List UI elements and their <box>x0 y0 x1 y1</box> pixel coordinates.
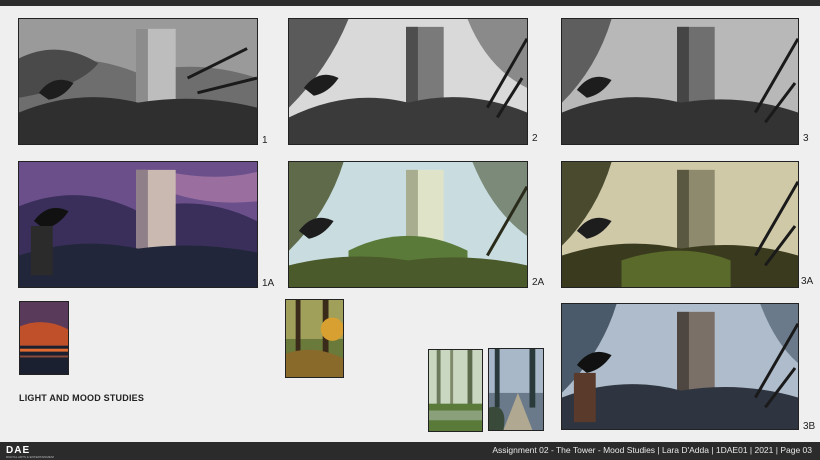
study-1a-thumbnail <box>18 161 258 288</box>
footer-bar: DAE DIGITAL ARTS & ENTERTAINMENT Assignm… <box>0 442 820 460</box>
footer-info: Assignment 02 - The Tower - Mood Studies… <box>492 445 812 455</box>
study-3b-thumbnail <box>561 303 799 430</box>
study-3a-label: 3A <box>801 276 814 287</box>
mood-studies-page: 1 2 3 1A 2A 3A 3B LIGHT AND MOOD STUDIES… <box>0 0 820 460</box>
sunset-lake-reference <box>19 301 69 375</box>
study-2a-label: 2A <box>532 277 545 288</box>
study-3a-thumbnail <box>561 161 799 288</box>
study-3b-label: 3B <box>803 421 816 432</box>
study-1-label: 1 <box>262 135 268 146</box>
svg-text:DIGITAL ARTS & ENTERTAINMENT: DIGITAL ARTS & ENTERTAINMENT <box>6 455 54 459</box>
misty-path-reference <box>488 348 544 431</box>
section-title: LIGHT AND MOOD STUDIES <box>19 393 145 403</box>
study-2a-thumbnail <box>288 161 528 288</box>
study-3-label: 3 <box>803 133 809 144</box>
study-2-label: 2 <box>532 133 538 144</box>
swamp-forest-reference <box>428 349 483 432</box>
study-1a-label: 1A <box>262 278 275 289</box>
study-3-thumbnail <box>561 18 799 145</box>
autumn-forest-reference <box>285 299 344 378</box>
dae-logo: DAE DIGITAL ARTS & ENTERTAINMENT <box>6 445 54 459</box>
study-1-thumbnail <box>18 18 258 145</box>
top-bar <box>0 0 820 6</box>
study-2-thumbnail <box>288 18 528 145</box>
